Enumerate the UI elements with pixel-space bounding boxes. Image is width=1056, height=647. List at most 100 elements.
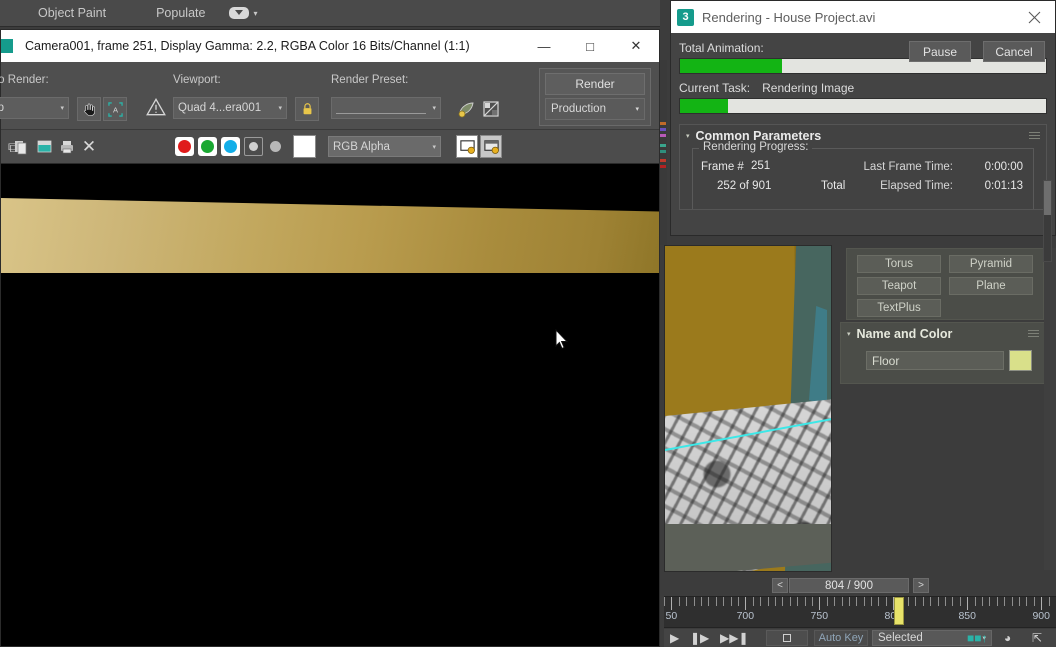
frame-number-label: Frame #: [701, 161, 744, 173]
exposure-glyph: [481, 99, 501, 119]
display-mode-dropdown[interactable]: RGB Alpha ▾: [328, 136, 441, 157]
key-filters-icon[interactable]: ■■↑: [967, 631, 988, 645]
exposure-icon[interactable]: [479, 97, 503, 121]
track-bar-tick: [745, 597, 746, 610]
blue-channel-button[interactable]: [221, 137, 240, 156]
object-button-teapot[interactable]: Teapot: [857, 277, 941, 295]
lock-glyph: [301, 102, 314, 116]
time-slider[interactable]: [894, 597, 904, 625]
object-button-plane[interactable]: Plane: [949, 277, 1033, 295]
duplicate-glyph: [13, 139, 29, 155]
track-bar-tick: [908, 597, 909, 606]
play-icon[interactable]: ▶: [670, 631, 679, 645]
grip-icon[interactable]: [1029, 132, 1040, 141]
app-root: Object Paint Populate ▾ Torus Pyramid Te…: [0, 0, 1056, 647]
previous-frame-button[interactable]: <: [772, 578, 788, 593]
track-bar-tick: [768, 597, 769, 606]
track-bar-tick: [723, 597, 724, 606]
track-bar-tick: [738, 597, 739, 606]
render-button[interactable]: Render: [545, 73, 645, 95]
blue-dot-icon: [224, 140, 237, 153]
clone-window-icon[interactable]: [32, 135, 56, 159]
render-controls-group: Render Production ▾: [539, 68, 651, 126]
track-bar-tick: [805, 597, 806, 606]
name-and-color-header[interactable]: ▾ Name and Color: [841, 323, 1045, 341]
track-bar-tick: [864, 597, 865, 606]
maximize-icon[interactable]: □: [567, 30, 613, 62]
rendered-image-canvas[interactable]: [1, 164, 659, 646]
object-button-torus[interactable]: Torus: [857, 255, 941, 273]
background-color-button[interactable]: [293, 135, 316, 158]
track-bar-label: 900: [1032, 610, 1050, 622]
track-bar-tick: [797, 597, 798, 606]
duplicate-icon[interactable]: [9, 135, 33, 159]
track-bar-tick: [1004, 597, 1005, 606]
pan-hand-icon[interactable]: [77, 97, 101, 121]
rfw-title-bar[interactable]: Camera001, frame 251, Display Gamma: 2.2…: [1, 30, 659, 62]
track-bar-label: 50: [666, 610, 678, 622]
object-button-pyramid[interactable]: Pyramid: [949, 255, 1033, 273]
track-bar-tick: [1049, 597, 1050, 606]
track-bar-tick: [1019, 597, 1020, 606]
rendered-gradient-band: [1, 198, 659, 273]
menu-item-object-paint[interactable]: Object Paint: [28, 0, 116, 26]
scrollbar-thumb[interactable]: [1044, 181, 1051, 215]
auto-region-icon[interactable]: A: [103, 97, 127, 121]
chevron-down-icon: ▾: [272, 104, 282, 112]
track-bar-tick: [849, 597, 850, 606]
next-key-icon[interactable]: ❚▶: [690, 631, 709, 645]
camera-viewport[interactable]: [664, 245, 832, 572]
track-bar[interactable]: 50700750800850900: [664, 596, 1056, 628]
current-task-label: Current Task:: [679, 81, 750, 95]
close-icon[interactable]: [1019, 2, 1049, 32]
frame-counter-field[interactable]: 804 / 900: [789, 578, 909, 593]
cancel-button[interactable]: Cancel: [983, 41, 1045, 62]
save-image-as-icon[interactable]: [480, 135, 502, 158]
close-glyph: [1028, 11, 1041, 24]
clear-icon[interactable]: ✕: [77, 135, 101, 159]
chevron-down-icon: ▾: [635, 105, 639, 113]
render-preset-dropdown[interactable]: ▾: [331, 97, 441, 119]
environment-icon[interactable]: [455, 97, 479, 121]
object-name-input[interactable]: Floor: [866, 351, 1004, 370]
object-button-textplus[interactable]: TextPlus: [857, 299, 941, 317]
auto-key-button[interactable]: Auto Key: [814, 630, 868, 646]
last-frame-time-label: Last Frame Time:: [864, 161, 953, 173]
warning-icon[interactable]: [145, 95, 167, 119]
viewport-dropdown[interactable]: Quad 4...era001 ▾: [173, 97, 287, 119]
render-mode-dropdown[interactable]: Production ▾: [545, 98, 645, 120]
go-to-end-icon[interactable]: ▶▶❚: [720, 631, 749, 645]
total-label: Total: [821, 180, 845, 192]
lock-icon[interactable]: [295, 97, 319, 121]
track-bar-tick: [938, 597, 939, 606]
rendering-dialog-scrollbar[interactable]: [1043, 180, 1052, 262]
print-icon[interactable]: [55, 135, 79, 159]
track-bar-label: 850: [958, 610, 976, 622]
window-controls: — □ ✕: [521, 30, 659, 62]
save-image-icon[interactable]: [456, 135, 478, 158]
command-panel-scroll-column[interactable]: [1044, 248, 1056, 570]
stop-button[interactable]: [766, 630, 808, 646]
area-to-render-label: ea to Render:: [0, 74, 49, 86]
area-to-render-value: lowup: [0, 102, 4, 114]
next-frame-button[interactable]: >: [913, 578, 929, 593]
rendering-dialog-title-bar[interactable]: 3 Rendering - House Project.avi: [671, 1, 1055, 33]
minimize-icon[interactable]: —: [521, 30, 567, 62]
area-to-render-dropdown[interactable]: lowup ▾: [0, 97, 69, 119]
rendering-dialog-title: Rendering - House Project.avi: [702, 10, 1011, 25]
populate-dropdown[interactable]: ▾: [229, 7, 257, 19]
track-bar-tick: [915, 597, 916, 606]
green-channel-button[interactable]: [198, 137, 217, 156]
pause-button[interactable]: Pause: [909, 41, 971, 62]
red-channel-button[interactable]: [175, 137, 194, 156]
arc-rotate-icon[interactable]: ◕: [1004, 631, 1011, 645]
track-bar-tick: [952, 597, 953, 606]
mono-channel-button[interactable]: [270, 141, 281, 152]
alpha-channel-button[interactable]: [244, 137, 263, 156]
maximize-viewport-icon[interactable]: ⇱: [1032, 631, 1042, 645]
menu-item-populate[interactable]: Populate: [146, 0, 215, 26]
close-icon[interactable]: ✕: [613, 30, 659, 62]
auto-region-glyph: A: [108, 102, 123, 117]
grip-icon[interactable]: [1028, 330, 1039, 339]
object-color-swatch[interactable]: [1009, 350, 1032, 371]
